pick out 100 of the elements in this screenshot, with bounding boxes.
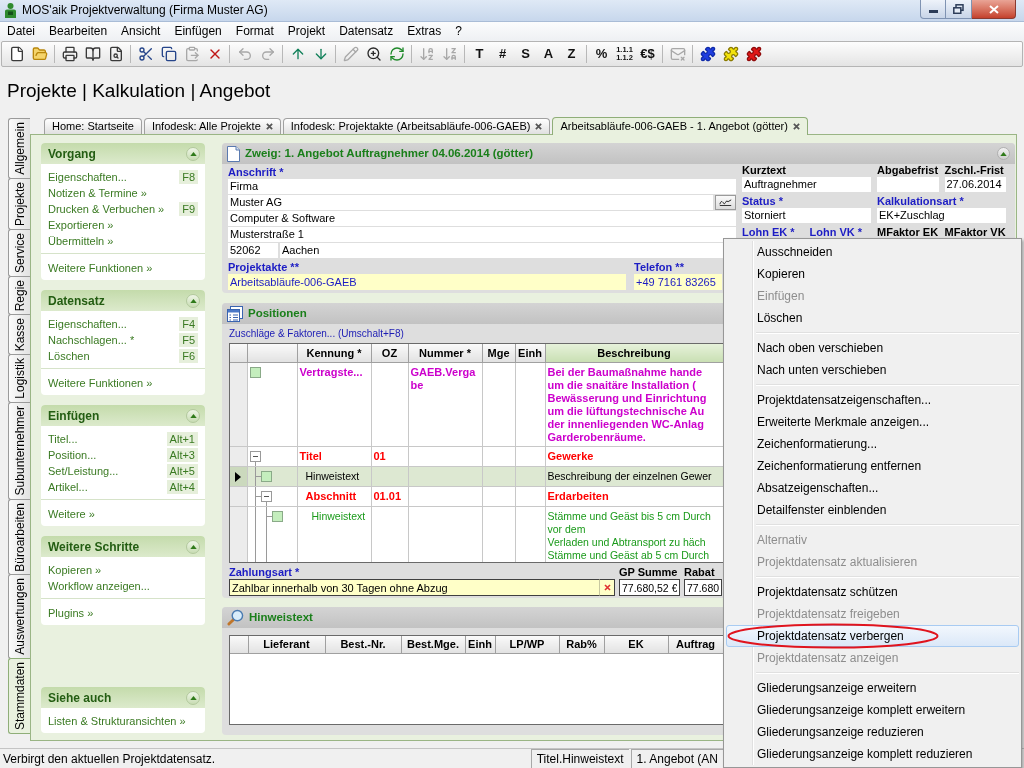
table-row[interactable]: Titel 01 Gewerke bbox=[230, 446, 723, 466]
side-tab[interactable]: Kasse bbox=[8, 314, 30, 356]
task-link[interactable]: Weitere Funktionen » bbox=[48, 259, 153, 277]
menu-item[interactable]: Gliederungsanzeige erweitern bbox=[726, 677, 1019, 699]
text-field[interactable]: Firma bbox=[228, 179, 736, 194]
toolbar-button[interactable]: €$ bbox=[636, 43, 659, 65]
column-header[interactable]: Best.Mge. bbox=[401, 636, 465, 653]
menu-item[interactable]: Zeichenformatierung... bbox=[726, 433, 1019, 455]
table-row[interactable]: Hinweistext Stämme und Geäst bis 5 cm Durch vor dem Verladen und Abtransport zu häch Stämme und Geäst ab 5 cm Durch bbox=[230, 506, 723, 562]
task-link[interactable]: Löschen bbox=[48, 347, 90, 365]
side-tab[interactable]: Büroarbeiten bbox=[8, 498, 30, 576]
task-link[interactable]: Weitere » bbox=[48, 505, 95, 523]
lookup-button[interactable] bbox=[715, 195, 736, 210]
menu-item[interactable]: Projekt bbox=[280, 23, 333, 40]
toolbar-button[interactable]: % bbox=[590, 43, 613, 65]
table-row[interactable]: Hinweistext Beschreibung der einzelnen Gewer bbox=[230, 466, 723, 486]
menu-item[interactable]: Kopieren bbox=[726, 263, 1019, 285]
menu-item[interactable]: Absatzeigenschaften... bbox=[726, 477, 1019, 499]
menu-item[interactable]: Einfügen bbox=[167, 23, 229, 40]
side-tab[interactable]: Auswertungen bbox=[8, 574, 30, 659]
column-header[interactable]: Beschreibung bbox=[545, 344, 723, 362]
collapse-icon[interactable] bbox=[260, 490, 272, 502]
column-header[interactable]: Auftrag bbox=[668, 636, 723, 653]
tab[interactable]: Infodesk: Projektakte (Arbeitsabläufe-006-GAEB) bbox=[282, 118, 551, 134]
clear-button[interactable] bbox=[599, 579, 615, 596]
text-field[interactable] bbox=[877, 177, 939, 192]
text-field[interactable]: Muster AG bbox=[228, 195, 713, 210]
task-link[interactable]: Artikel... bbox=[48, 478, 88, 496]
text-field[interactable]: Arbeitsabläufe-006-GAEB bbox=[228, 274, 626, 290]
toolbar-button[interactable]: A bbox=[537, 43, 560, 65]
column-header[interactable]: Lieferant bbox=[248, 636, 325, 653]
menu-item[interactable]: Nach unten verschieben bbox=[726, 359, 1019, 381]
side-tab[interactable]: Allgemein bbox=[8, 118, 30, 179]
surcharges-link[interactable]: Zuschläge & Faktoren... (Umschalt+F8) bbox=[229, 324, 404, 343]
menu-item[interactable]: Extras bbox=[400, 23, 449, 40]
text-field[interactable]: Computer & Software bbox=[228, 211, 736, 226]
menu-item[interactable]: ? bbox=[448, 23, 469, 40]
text-field[interactable]: Musterstraße 1 bbox=[228, 227, 736, 242]
column-header[interactable]: Mge bbox=[482, 344, 515, 362]
text-field[interactable]: +49 7161 83265 bbox=[634, 274, 722, 290]
table-row[interactable]: Abschnitt 01.01 Erdarbeiten bbox=[230, 486, 723, 506]
close-icon[interactable] bbox=[535, 123, 543, 130]
task-link[interactable]: Eigenschaften... bbox=[48, 315, 127, 333]
task-link[interactable]: Drucken & Verbuchen » bbox=[48, 200, 165, 218]
text-field[interactable]: 27.06.2014 bbox=[944, 177, 1006, 192]
collapse-button[interactable] bbox=[186, 293, 200, 308]
side-tab[interactable]: Projekte bbox=[8, 177, 30, 230]
minimize-button[interactable] bbox=[920, 0, 946, 19]
column-header[interactable]: Best.-Nr. bbox=[325, 636, 401, 653]
menu-item[interactable]: Ansicht bbox=[114, 23, 168, 40]
task-link[interactable]: Titel... bbox=[48, 430, 78, 448]
task-link[interactable]: Exportieren » bbox=[48, 216, 114, 234]
task-link[interactable]: Kopieren » bbox=[48, 561, 102, 579]
task-link[interactable]: Eigenschaften... bbox=[48, 168, 127, 186]
collapse-button[interactable] bbox=[186, 146, 200, 161]
text-field[interactable]: 77.680 bbox=[684, 579, 722, 596]
close-icon[interactable] bbox=[792, 123, 800, 130]
side-tab[interactable]: Logistik bbox=[8, 354, 30, 404]
collapse-icon[interactable] bbox=[249, 450, 261, 462]
menu-item[interactable]: Format bbox=[228, 23, 281, 40]
task-link[interactable]: Weitere Funktionen » bbox=[48, 374, 153, 392]
close-icon[interactable] bbox=[265, 123, 273, 130]
column-header[interactable]: Einh bbox=[465, 636, 495, 653]
task-link[interactable]: Nachschlagen... * bbox=[48, 331, 135, 349]
payment-field[interactable]: Zahlbar innerhalb von 30 Tagen ohne Abzug bbox=[229, 579, 599, 596]
toolbar-button[interactable]: T bbox=[468, 43, 491, 65]
menu-item[interactable]: Projektdatensatzeigenschaften... bbox=[726, 389, 1019, 411]
collapse-button[interactable] bbox=[186, 408, 200, 423]
collapse-button[interactable] bbox=[186, 690, 200, 705]
menu-item[interactable]: Erweiterte Merkmale anzeigen... bbox=[726, 411, 1019, 433]
table-row[interactable]: Vertragste... GAEB.Vergabe Bei der Baumaßnahme hande um die snaitäre Installation ( Bewässerung und Einrichtung um die lüftungstechnische Au der innenliegenden WC-Anlag Garderobenräume. bbox=[230, 362, 723, 446]
side-tab[interactable]: Service bbox=[8, 228, 30, 277]
menu-item[interactable]: Detailfenster einblenden bbox=[726, 499, 1019, 521]
toolbar-button[interactable]: # bbox=[491, 43, 514, 65]
task-link[interactable]: Plugins » bbox=[48, 604, 94, 622]
text-field[interactable]: 77.680,52 € bbox=[619, 579, 680, 596]
menu-item[interactable]: Nach oben verschieben bbox=[726, 337, 1019, 359]
toolbar-button[interactable]: S bbox=[514, 43, 537, 65]
text-field[interactable]: 52062 bbox=[228, 243, 278, 258]
task-link[interactable]: Workflow anzeigen... bbox=[48, 577, 150, 595]
task-link[interactable]: Position... bbox=[48, 446, 97, 464]
collapse-button[interactable] bbox=[186, 539, 200, 554]
column-header[interactable]: Einh bbox=[515, 344, 545, 362]
tab[interactable]: Arbeitsabläufe-006-GAEB - 1. Angebot (götter) bbox=[552, 117, 808, 135]
collapse-button[interactable] bbox=[997, 147, 1010, 160]
text-field[interactable]: Storniert bbox=[742, 208, 871, 223]
task-link[interactable]: Übermitteln » bbox=[48, 232, 114, 250]
menu-item[interactable]: Löschen bbox=[726, 307, 1019, 329]
column-header[interactable]: Kennung * bbox=[297, 344, 371, 362]
menu-item[interactable]: Projektdatensatz schützen bbox=[726, 581, 1019, 603]
menu-item[interactable]: Gliederungsanzeige komplett reduzieren bbox=[726, 743, 1019, 765]
menu-item[interactable]: Datei bbox=[0, 23, 42, 40]
column-header[interactable]: Rab% bbox=[559, 636, 604, 653]
column-header[interactable]: OZ bbox=[371, 344, 408, 362]
task-link[interactable]: Notizen & Termine » bbox=[48, 184, 147, 202]
restore-button[interactable] bbox=[946, 0, 972, 19]
text-field[interactable]: EK+Zuschlag bbox=[877, 208, 1006, 223]
side-tab[interactable]: Subunternehmer bbox=[8, 402, 30, 500]
toolbar-button[interactable]: Z bbox=[560, 43, 583, 65]
side-tab[interactable]: Stammdaten bbox=[8, 658, 30, 735]
